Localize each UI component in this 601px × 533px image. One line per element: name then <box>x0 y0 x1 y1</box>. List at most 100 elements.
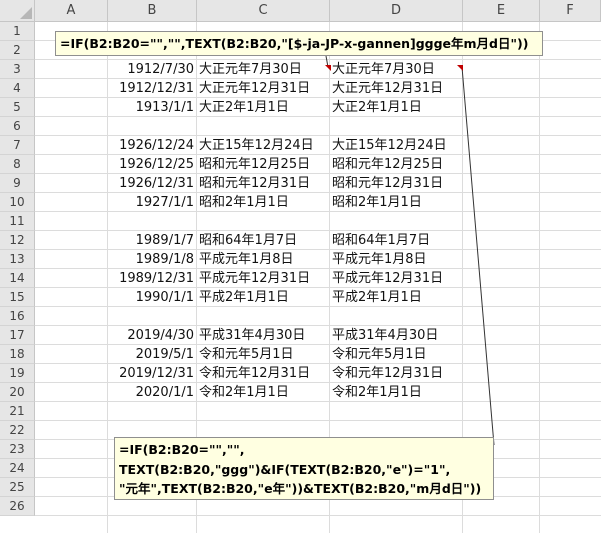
row-header[interactable]: 4 <box>0 79 35 98</box>
row-header[interactable]: 6 <box>0 117 35 136</box>
comment-line: "元年",TEXT(B2:B20,"e年"))&TEXT(B2:B20,"m月d… <box>119 481 482 496</box>
row-header[interactable]: 17 <box>0 326 35 345</box>
column-header-b[interactable]: B <box>108 0 197 22</box>
cell-c15[interactable]: 平成2年1月1日 <box>197 288 330 307</box>
comment-indicator-icon[interactable] <box>325 65 331 71</box>
cell-b3[interactable]: 1912/7/30 <box>108 60 197 79</box>
cell-c9[interactable]: 昭和元年12月31日 <box>197 174 330 193</box>
select-all-icon <box>20 7 32 19</box>
comment-indicator-icon[interactable] <box>457 65 463 71</box>
cell-c12[interactable]: 昭和64年1月7日 <box>197 231 330 250</box>
row-header[interactable]: 18 <box>0 345 35 364</box>
comment-box-bottom[interactable]: =IF(B2:B20="","", TEXT(B2:B20,"ggg")&IF(… <box>114 437 494 500</box>
cell-b4[interactable]: 1912/12/31 <box>108 79 197 98</box>
row-header[interactable]: 16 <box>0 307 35 326</box>
cell-d4[interactable]: 大正元年12月31日 <box>330 79 463 98</box>
row-header[interactable]: 24 <box>0 459 35 478</box>
row-header[interactable]: 3 <box>0 60 35 79</box>
comment-text-top: =IF(B2:B20="","",TEXT(B2:B20,"[$-ja-JP-x… <box>60 36 529 51</box>
comment-line: =IF(B2:B20="","", <box>119 442 245 457</box>
spreadsheet: ABCDEF 1 2 3 4 5 6 7 8 9 10 11 12 13 14 15 16 17 18 19 20 21… <box>0 0 601 533</box>
comment-line: TEXT(B2:B20,"ggg")&IF(TEXT(B2:B20,"e")="… <box>119 461 451 477</box>
cell-b10[interactable]: 1927/1/1 <box>108 193 197 212</box>
row-header[interactable]: 26 <box>0 497 35 516</box>
cell-b18[interactable]: 2019/5/1 <box>108 345 197 364</box>
cell-d5[interactable]: 大正2年1月1日 <box>330 98 463 117</box>
cell-c10[interactable]: 昭和2年1月1日 <box>197 193 330 212</box>
cell-b9[interactable]: 1926/12/31 <box>108 174 197 193</box>
cell-b12[interactable]: 1989/1/7 <box>108 231 197 250</box>
column-header-c[interactable]: C <box>197 0 330 22</box>
cell-b8[interactable]: 1926/12/25 <box>108 155 197 174</box>
cell-d15[interactable]: 平成2年1月1日 <box>330 288 463 307</box>
cell-c14[interactable]: 平成元年12月31日 <box>197 269 330 288</box>
column-header-e[interactable]: E <box>463 0 540 22</box>
row-header[interactable]: 11 <box>0 212 35 231</box>
cell-c13[interactable]: 平成元年1月8日 <box>197 250 330 269</box>
cell-d10[interactable]: 昭和2年1月1日 <box>330 193 463 212</box>
cell-c5[interactable]: 大正2年1月1日 <box>197 98 330 117</box>
cell-d12[interactable]: 昭和64年1月7日 <box>330 231 463 250</box>
row-header[interactable]: 9 <box>0 174 35 193</box>
column-header-f[interactable]: F <box>540 0 601 22</box>
cell-d18[interactable]: 令和元年5月1日 <box>330 345 463 364</box>
cell-c21[interactable] <box>197 402 330 421</box>
row-header[interactable]: 12 <box>0 231 35 250</box>
row-header[interactable]: 20 <box>0 383 35 402</box>
cell-b17[interactable]: 2019/4/30 <box>108 326 197 345</box>
row-header[interactable]: 25 <box>0 478 35 497</box>
cell-c3[interactable]: 大正元年7月30日 <box>197 60 330 79</box>
cell-c8[interactable]: 昭和元年12月25日 <box>197 155 330 174</box>
cell-b16[interactable] <box>108 307 197 326</box>
comment-box-top[interactable]: =IF(B2:B20="","",TEXT(B2:B20,"[$-ja-JP-x… <box>55 31 543 56</box>
row-header[interactable]: 23 <box>0 440 35 459</box>
cell-b5[interactable]: 1913/1/1 <box>108 98 197 117</box>
cell-c18[interactable]: 令和元年5月1日 <box>197 345 330 364</box>
column-header-a[interactable]: A <box>35 0 108 22</box>
cell-d17[interactable]: 平成31年4月30日 <box>330 326 463 345</box>
row-header[interactable]: 22 <box>0 421 35 440</box>
cell-b13[interactable]: 1989/1/8 <box>108 250 197 269</box>
cell-d21[interactable] <box>330 402 463 421</box>
cell-c6[interactable] <box>197 117 330 136</box>
cell-c19[interactable]: 令和元年12月31日 <box>197 364 330 383</box>
row-header[interactable]: 10 <box>0 193 35 212</box>
cell-d16[interactable] <box>330 307 463 326</box>
select-all-corner[interactable] <box>0 0 35 22</box>
row-header[interactable]: 13 <box>0 250 35 269</box>
column-header-d[interactable]: D <box>330 0 463 22</box>
row-header[interactable]: 1 <box>0 22 35 41</box>
cell-b11[interactable] <box>108 212 197 231</box>
row-header[interactable]: 5 <box>0 98 35 117</box>
cell-c16[interactable] <box>197 307 330 326</box>
cell-d7[interactable]: 大正15年12月24日 <box>330 136 463 155</box>
cell-c7[interactable]: 大正15年12月24日 <box>197 136 330 155</box>
row-header[interactable]: 2 <box>0 41 35 60</box>
cell-d19[interactable]: 令和元年12月31日 <box>330 364 463 383</box>
row-header[interactable]: 14 <box>0 269 35 288</box>
cell-b7[interactable]: 1926/12/24 <box>108 136 197 155</box>
cell-c11[interactable] <box>197 212 330 231</box>
cell-d14[interactable]: 平成元年12月31日 <box>330 269 463 288</box>
cell-b20[interactable]: 2020/1/1 <box>108 383 197 402</box>
row-header[interactable]: 7 <box>0 136 35 155</box>
cell-c20[interactable]: 令和2年1月1日 <box>197 383 330 402</box>
cell-d11[interactable] <box>330 212 463 231</box>
cell-b21[interactable] <box>108 402 197 421</box>
cell-b15[interactable]: 1990/1/1 <box>108 288 197 307</box>
cell-d6[interactable] <box>330 117 463 136</box>
row-header[interactable]: 21 <box>0 402 35 421</box>
cell-d9[interactable]: 昭和元年12月31日 <box>330 174 463 193</box>
cell-d20[interactable]: 令和2年1月1日 <box>330 383 463 402</box>
row-header[interactable]: 8 <box>0 155 35 174</box>
cell-d3[interactable]: 大正元年7月30日 <box>330 60 463 79</box>
cell-c17[interactable]: 平成31年4月30日 <box>197 326 330 345</box>
row-header[interactable]: 15 <box>0 288 35 307</box>
cell-b6[interactable] <box>108 117 197 136</box>
cell-d13[interactable]: 平成元年1月8日 <box>330 250 463 269</box>
cell-c4[interactable]: 大正元年12月31日 <box>197 79 330 98</box>
cell-b14[interactable]: 1989/12/31 <box>108 269 197 288</box>
row-header[interactable]: 19 <box>0 364 35 383</box>
cell-b19[interactable]: 2019/12/31 <box>108 364 197 383</box>
cell-d8[interactable]: 昭和元年12月25日 <box>330 155 463 174</box>
